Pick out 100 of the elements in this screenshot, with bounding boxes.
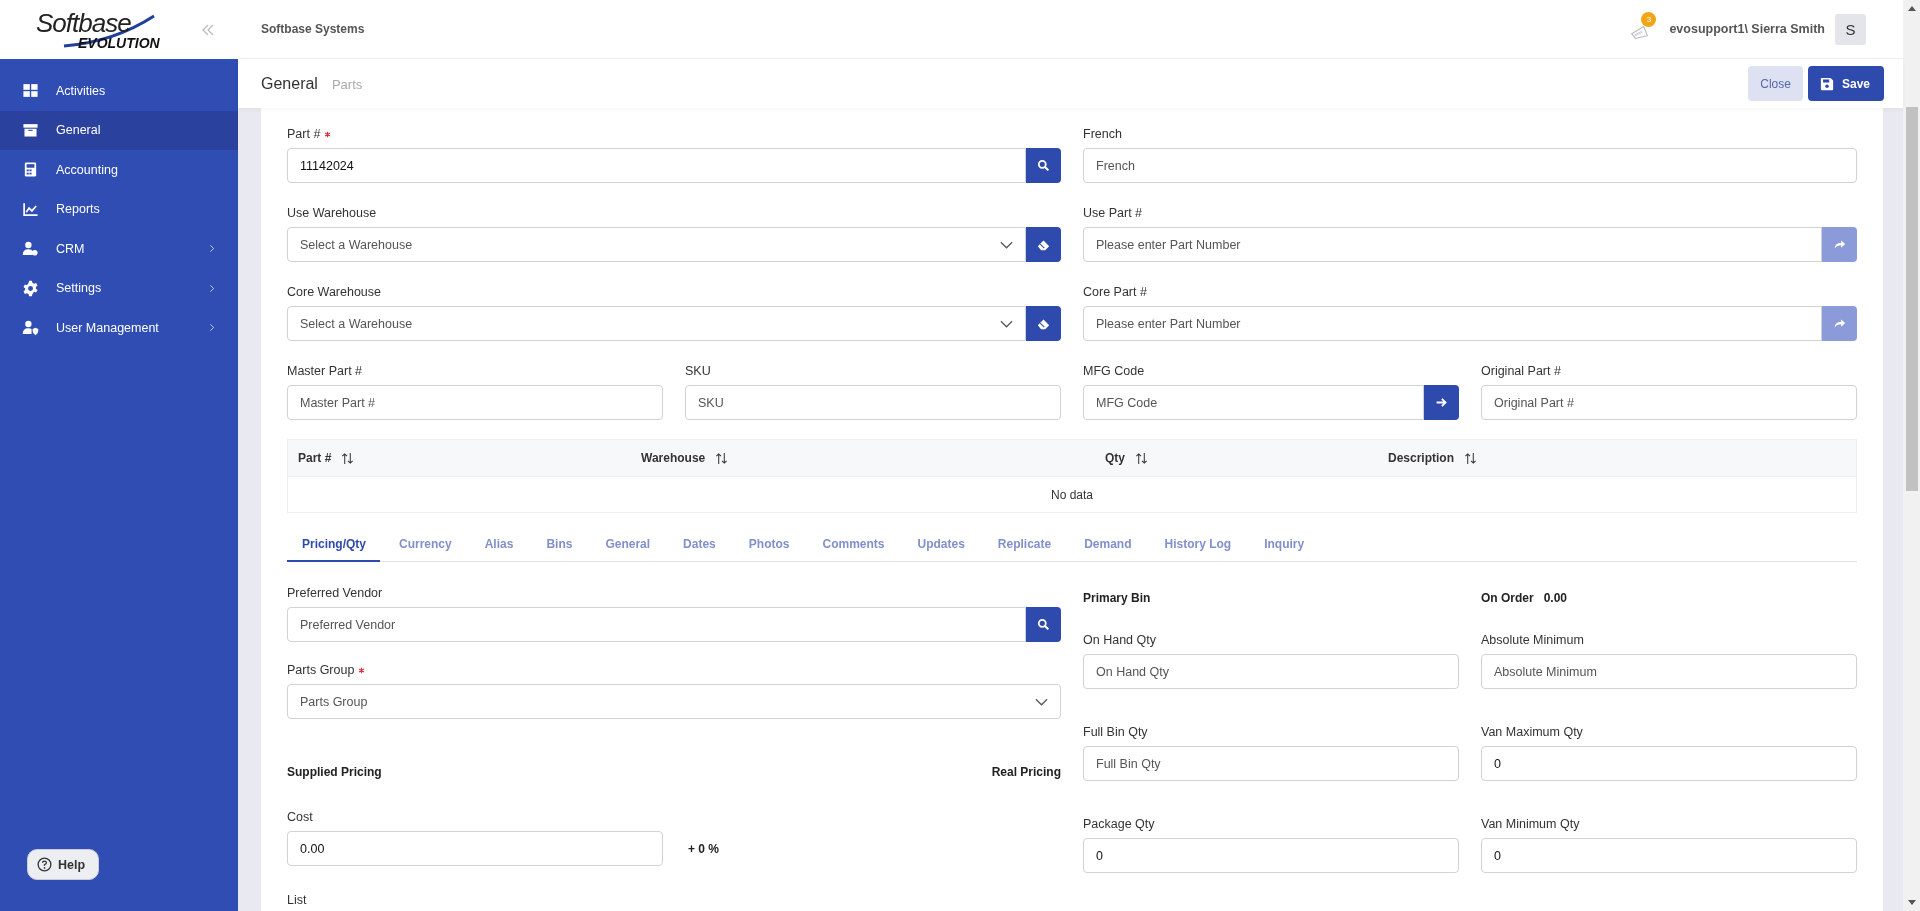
text-field[interactable]: Original Part #: [1481, 385, 1857, 420]
field-label: List: [287, 893, 307, 907]
field-label: Cost: [287, 810, 313, 824]
avatar[interactable]: S: [1835, 13, 1866, 45]
dropdown[interactable]: Select a Warehouse: [287, 227, 1026, 262]
nav-item[interactable]: Accounting: [0, 150, 238, 190]
page-title: General: [261, 74, 318, 93]
chevron-down-icon: [1000, 240, 1013, 249]
on-order-label: On Order: [1481, 591, 1534, 605]
field-label: Van Minimum Qty: [1481, 817, 1580, 831]
user-shield-icon: [22, 319, 39, 337]
field-label: MFG Code: [1083, 364, 1145, 378]
dropdown[interactable]: Parts Group: [287, 684, 1061, 719]
text-field[interactable]: MFG Code: [1083, 385, 1424, 420]
field-label: On Hand Qty: [1083, 633, 1156, 647]
page-subtitle: Parts: [331, 76, 363, 92]
scrollbar[interactable]: [1903, 0, 1920, 911]
field-label: Original Part #: [1481, 364, 1561, 378]
chevron-down-icon: [1035, 697, 1048, 706]
nav-item[interactable]: Settings: [0, 268, 238, 308]
section-heading: Supplied Pricing: [287, 765, 382, 779]
text-field[interactable]: Full Bin Qty: [1083, 746, 1459, 781]
markup-percent: + 0 %: [688, 841, 720, 856]
text-field[interactable]: French: [1083, 148, 1857, 183]
go-button[interactable]: [1424, 385, 1459, 420]
tab[interactable]: Pricing/Qty: [287, 527, 380, 562]
close-button[interactable]: Close: [1748, 66, 1803, 101]
search-button[interactable]: [1026, 607, 1061, 642]
grid-icon: [22, 82, 39, 100]
field-label: Part #: [287, 127, 321, 141]
field-label: Use Part #: [1083, 206, 1143, 220]
arrow-right-icon: [1435, 396, 1448, 409]
scroll-thumb[interactable]: [1905, 107, 1918, 491]
eraser-icon: [1037, 317, 1050, 330]
text-field[interactable]: 0: [1481, 746, 1857, 781]
notification-count: 3: [1641, 12, 1657, 27]
company-name: Softbase Systems: [261, 22, 365, 36]
field-label: French: [1083, 127, 1122, 141]
share-arrow-icon: [1833, 317, 1846, 330]
chevron-down-icon: [1000, 319, 1013, 328]
field-label: Van Maximum Qty: [1481, 725, 1583, 739]
search-button[interactable]: [1026, 148, 1061, 183]
text-field[interactable]: 0: [1083, 838, 1459, 873]
empty-message: No data: [1051, 487, 1093, 502]
field-label: SKU: [685, 364, 711, 378]
calculator-icon: [22, 161, 39, 179]
text-field[interactable]: SKU: [685, 385, 1061, 420]
sort-icon: [715, 451, 729, 465]
nav-item[interactable]: General: [0, 110, 238, 150]
on-order-value: 0.00: [1543, 591, 1568, 605]
text-field[interactable]: On Hand Qty: [1083, 654, 1459, 689]
gear-icon: [22, 279, 39, 297]
column-header[interactable]: Part #: [288, 440, 631, 476]
sort-icon: [1464, 451, 1477, 465]
question-icon: [37, 857, 52, 872]
text-field[interactable]: 11142024: [287, 148, 1026, 183]
column-header[interactable]: Warehouse: [631, 440, 1095, 476]
clear-button[interactable]: [1026, 227, 1061, 262]
field-label: Preferred Vendor: [287, 586, 383, 600]
nav-item[interactable]: CRM: [0, 229, 238, 269]
clear-button[interactable]: [1026, 306, 1061, 341]
field-label: Parts Group: [287, 663, 355, 677]
text-field[interactable]: Please enter Part Number: [1083, 306, 1822, 341]
nav-item[interactable]: User Management: [0, 308, 238, 348]
scroll-up-icon[interactable]: [1907, 6, 1916, 11]
text-field[interactable]: 0: [1481, 838, 1857, 873]
logo-title: Softbase: [36, 9, 131, 36]
user-name[interactable]: evosupport1\ Sierra Smith: [1669, 22, 1825, 36]
user-icon: [22, 240, 39, 258]
help-button[interactable]: Help: [27, 849, 100, 880]
field-label: Absolute Minimum: [1481, 633, 1584, 647]
archive-box-icon: [22, 121, 39, 139]
section-heading: Real Pricing: [991, 765, 1061, 779]
eraser-icon: [1037, 238, 1050, 251]
search-icon: [1037, 159, 1050, 172]
text-field[interactable]: 0.00: [287, 831, 663, 866]
text-field[interactable]: Master Part #: [287, 385, 663, 420]
field-label: Use Warehouse: [287, 206, 377, 220]
sort-icon: [341, 451, 355, 465]
field-label: Core Part #: [1083, 285, 1147, 299]
column-header[interactable]: Qty: [1095, 440, 1378, 476]
field-label: Full Bin Qty: [1083, 725, 1148, 739]
text-field[interactable]: Preferred Vendor: [287, 607, 1026, 642]
nav-item[interactable]: Reports: [0, 189, 238, 229]
field-label: Package Qty: [1083, 817, 1155, 831]
text-field[interactable]: Please enter Part Number: [1083, 227, 1822, 262]
line-chart-icon: [22, 200, 39, 218]
field-label: Master Part #: [287, 364, 363, 378]
nav-item[interactable]: Activities: [0, 71, 238, 111]
text-field[interactable]: Absolute Minimum: [1481, 654, 1857, 689]
search-icon: [1037, 618, 1050, 631]
share-arrow-icon: [1833, 238, 1846, 251]
column-header[interactable]: Description: [1378, 440, 1856, 476]
scroll-down-icon[interactable]: [1907, 900, 1916, 905]
save-button[interactable]: Save: [1807, 66, 1884, 101]
section-heading: Primary Bin: [1083, 591, 1152, 605]
logo-subtitle: EVOLUTION: [78, 35, 160, 50]
dropdown[interactable]: Select a Warehouse: [287, 306, 1026, 341]
field-label: Core Warehouse: [287, 285, 382, 299]
sort-icon: [1135, 451, 1148, 465]
